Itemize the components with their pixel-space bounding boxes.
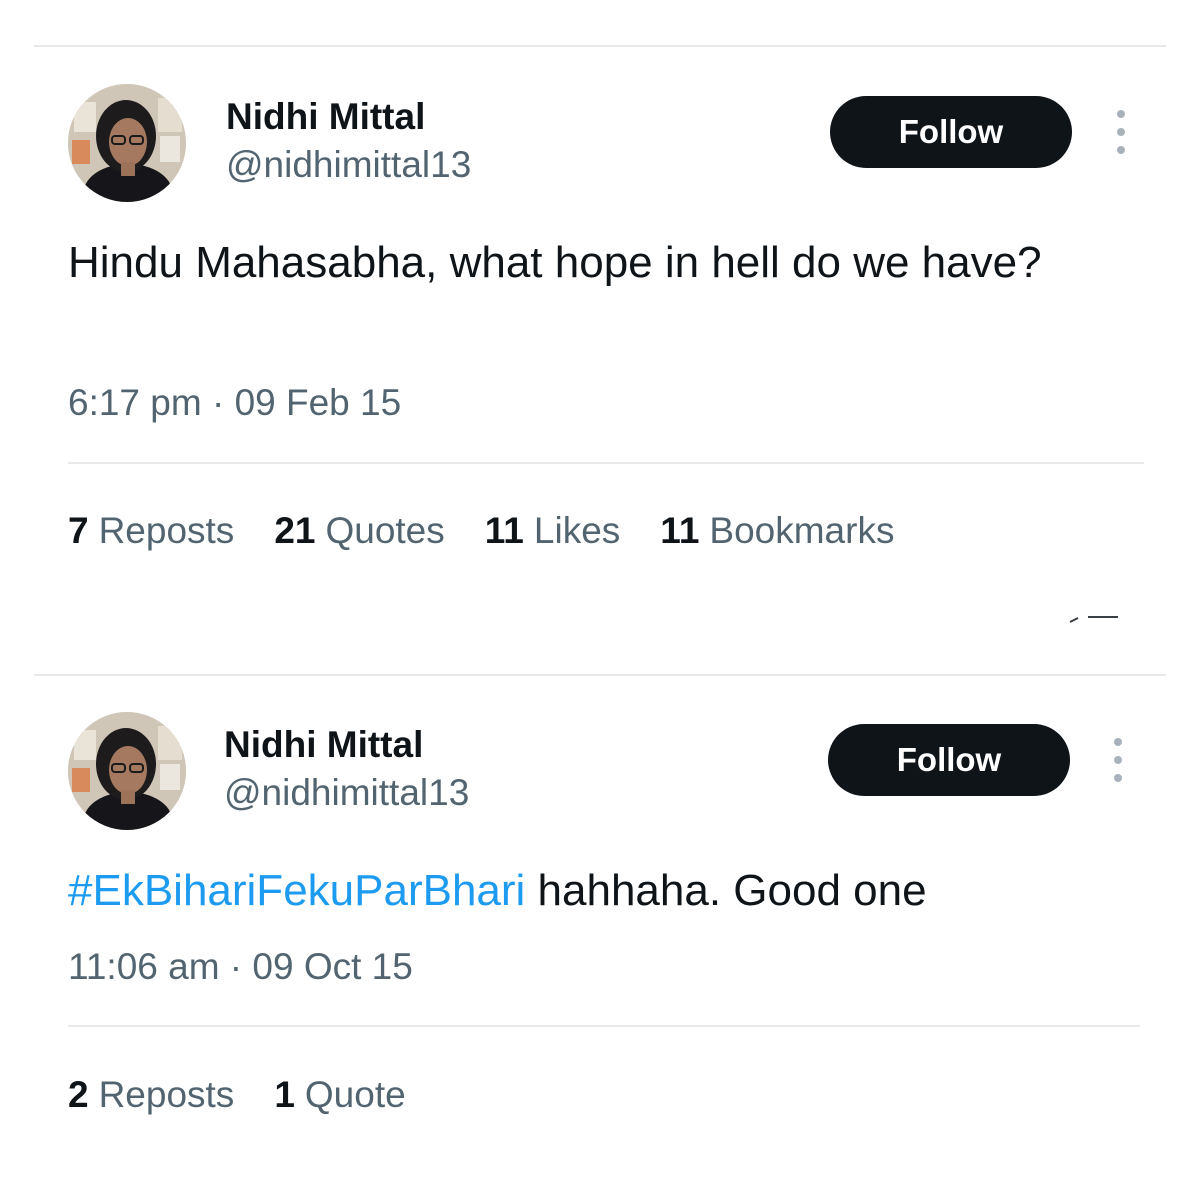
hashtag-link[interactable]: #EkBihariFekuParBhari [68,866,525,915]
stat-label: Quote [304,1074,406,1115]
stat-quotes[interactable]: 1 Quote [274,1074,405,1116]
author-handle[interactable]: @nidhimittal13 [224,772,469,814]
stat-reposts[interactable]: 2 Reposts [68,1074,234,1116]
more-vertical-icon[interactable] [1108,738,1128,782]
stat-count: 2 [68,1074,89,1115]
engagement-stats: 2 Reposts 1 Quote [68,1074,406,1116]
tweet-text: #EkBihariFekuParBhari hahhaha. Good one [68,860,1148,922]
follow-button[interactable]: Follow [828,724,1070,796]
stat-label: Reposts [98,1074,235,1115]
avatar[interactable] [68,712,186,830]
tweet-text-segment: hahhaha. Good one [525,866,927,915]
tweet-2: Nidhi Mittal @nidhimittal13 Follow #EkBi… [0,0,1200,1200]
tweet-timestamp[interactable]: 11:06 am · 09 Oct 15 [68,946,413,988]
stats-divider [68,1025,1140,1027]
author-name[interactable]: Nidhi Mittal [224,724,423,766]
stat-count: 1 [274,1074,295,1115]
